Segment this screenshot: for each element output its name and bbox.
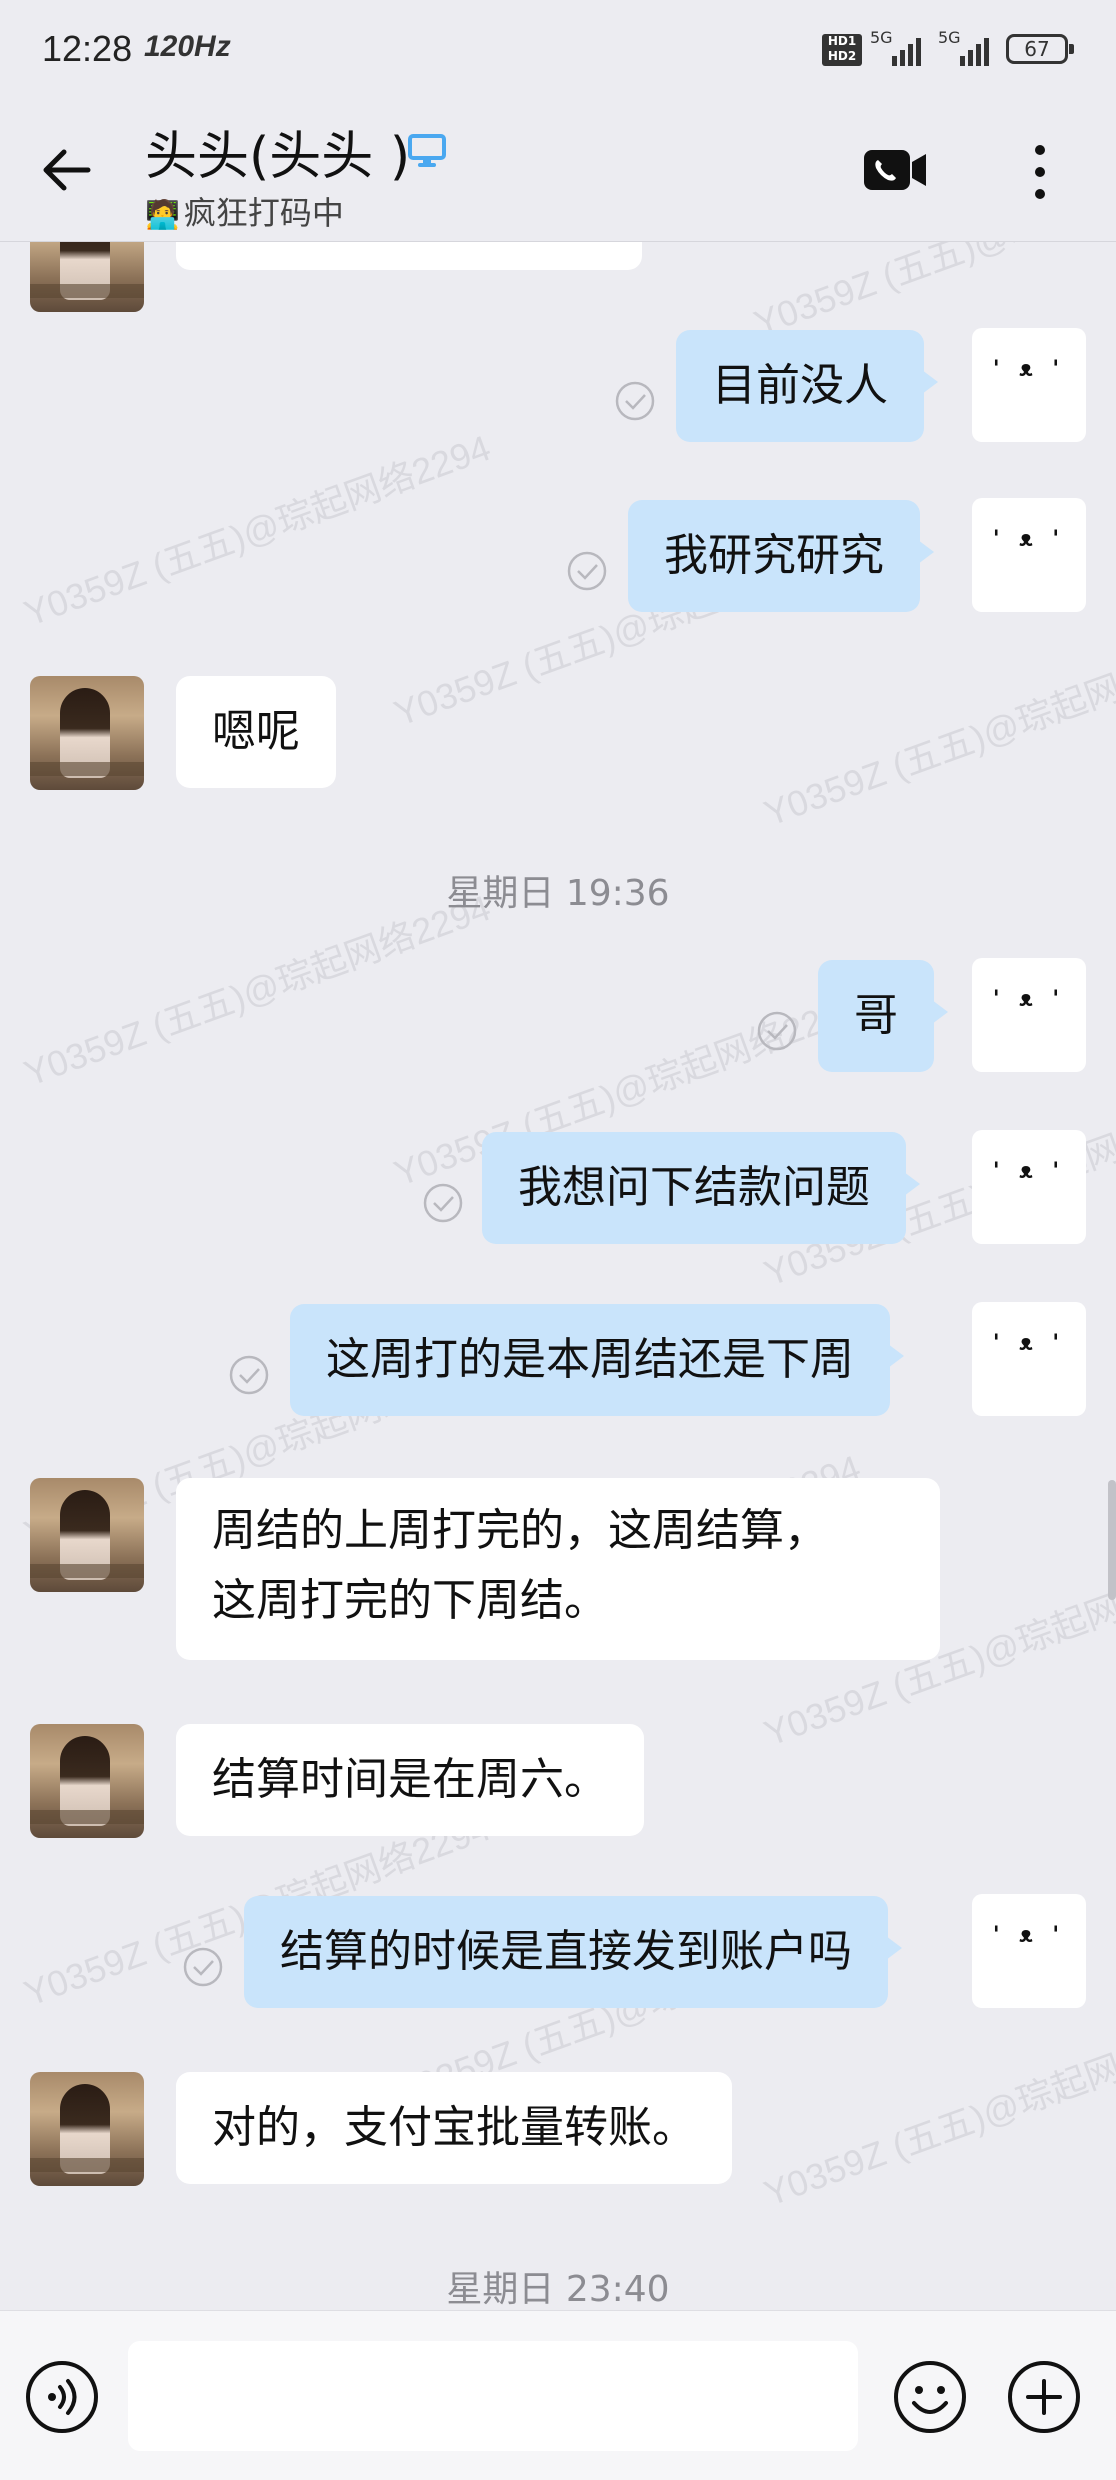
battery-icon: 67 xyxy=(1006,34,1074,64)
message-input[interactable] xyxy=(128,2341,858,2451)
message-bubble-incoming[interactable]: 周结的上周打完的，这周结算， 这周打完的下周结。 xyxy=(176,1478,940,1660)
self-avatar[interactable]: ' ᴥ ' xyxy=(972,498,1086,612)
emoji-icon[interactable] xyxy=(890,2357,970,2437)
message-line: 周结的上周打完的，这周结算， xyxy=(212,1505,828,1556)
read-receipt-icon xyxy=(757,1011,797,1051)
hd-voice-icon: HD1 HD2 xyxy=(822,34,862,66)
message-line: 这周打完的下周结。 xyxy=(212,1575,608,1626)
self-avatar[interactable]: ' ᴥ ' xyxy=(972,1302,1086,1416)
contact-avatar[interactable] xyxy=(30,676,144,790)
read-receipt-icon xyxy=(423,1183,463,1223)
status-time: 12:28 xyxy=(42,28,133,69)
network-1-label: 5G xyxy=(870,28,893,47)
message-bubble-incoming[interactable]: 结算时间是在周六。 xyxy=(176,1724,644,1836)
watermark: Y0359Z (五五)@琮起网络2294 xyxy=(18,426,496,634)
self-avatar[interactable]: ' ᴥ ' xyxy=(972,328,1086,442)
message-bubble-outgoing[interactable]: 这周打的是本周结还是下周 xyxy=(290,1304,904,1416)
status-bar: 12:28 120Hz HD1 HD2 5G 5G 67 xyxy=(0,0,1116,100)
status-text: 疯狂打码中 xyxy=(183,194,344,232)
message-timestamp: 星期日 23:40 xyxy=(446,2269,670,2310)
contact-avatar[interactable] xyxy=(30,2072,144,2186)
message-bubble-incoming[interactable]: 嗯呢 xyxy=(176,676,336,788)
chat-message-list[interactable]: Y0359Z (五五)@琮起网络2294 Y0359Z (五五)@琮起网络229… xyxy=(0,242,1116,2310)
contact-avatar[interactable] xyxy=(30,242,144,312)
message-bubble-outgoing[interactable]: 目前没人 xyxy=(676,330,938,442)
message-timestamp: 星期日 19:36 xyxy=(446,873,670,914)
scrollbar[interactable] xyxy=(1108,1480,1116,1600)
status-emoji-icon: 🧑‍💻 xyxy=(145,198,180,231)
contact-status: 🧑‍💻 疯狂打码中 xyxy=(145,188,344,234)
back-arrow-icon[interactable] xyxy=(36,140,96,200)
message-bubble-outgoing[interactable]: 我研究研究 xyxy=(628,500,934,612)
input-bar xyxy=(0,2310,1116,2480)
chat-title[interactable]: 头头(头头 ) xyxy=(145,114,410,189)
watermark: Y0359Z (五五)@琮起网络2294 xyxy=(758,2006,1116,2214)
message-bubble-partial[interactable] xyxy=(176,242,642,270)
contact-avatar[interactable] xyxy=(30,1724,144,1838)
message-bubble-outgoing[interactable]: 哥 xyxy=(818,960,948,1072)
self-avatar[interactable]: ' ᴥ ' xyxy=(972,958,1086,1072)
read-receipt-icon xyxy=(183,1947,223,1987)
watermark: Y0359Z (五五)@琮起网络2294 xyxy=(758,626,1116,834)
read-receipt-icon xyxy=(229,1355,269,1395)
message-bubble-incoming[interactable]: 对的，支付宝批量转账。 xyxy=(176,2072,732,2184)
signal-2-icon: 5G xyxy=(938,28,998,70)
refresh-rate-badge: 120Hz xyxy=(144,30,231,63)
voice-input-icon[interactable] xyxy=(22,2357,102,2437)
message-bubble-outgoing[interactable]: 结算的时候是直接发到账户吗 xyxy=(244,1896,902,2008)
computer-online-icon xyxy=(408,134,446,167)
chat-header: 头头(头头 ) 🧑‍💻 疯狂打码中 xyxy=(0,100,1116,242)
self-avatar[interactable]: ' ᴥ ' xyxy=(972,1894,1086,2008)
plus-more-icon[interactable] xyxy=(1004,2357,1084,2437)
network-2-label: 5G xyxy=(938,28,961,47)
message-bubble-outgoing[interactable]: 我想问下结款问题 xyxy=(482,1132,920,1244)
more-options-icon[interactable] xyxy=(1020,140,1060,204)
read-receipt-icon xyxy=(615,381,655,421)
read-receipt-icon xyxy=(567,551,607,591)
contact-avatar[interactable] xyxy=(30,1478,144,1592)
signal-1-icon: 5G xyxy=(870,28,930,70)
self-avatar[interactable]: ' ᴥ ' xyxy=(972,1130,1086,1244)
video-call-icon[interactable] xyxy=(862,146,928,194)
